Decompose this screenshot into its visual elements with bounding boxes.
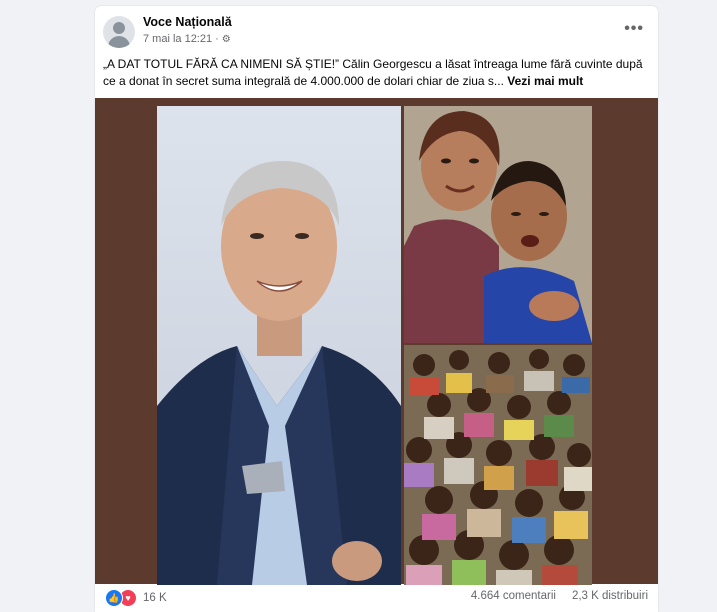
post-timestamp[interactable]: 7 mai la 12:21 [143, 33, 212, 45]
post-meta: 7 mai la 12:21 · ⚙ [143, 33, 231, 45]
children-crying-image[interactable] [404, 106, 592, 343]
children-illustration [404, 106, 592, 343]
post-footer: 👍 ♥ 16 K 4.664 comentarii 2,3 K distribu… [95, 584, 658, 612]
reaction-count: 16 K [143, 592, 167, 604]
more-options-button[interactable]: ••• [624, 20, 644, 38]
post-stats: 4.664 comentarii 2,3 K distribuiri [471, 590, 648, 602]
reactions-summary[interactable]: 👍 ♥ 16 K [105, 589, 167, 607]
portrait-illustration [157, 161, 401, 585]
page-avatar[interactable] [103, 16, 135, 48]
gear-icon[interactable]: ⚙ [222, 34, 231, 45]
meta-separator: · [215, 33, 219, 45]
portrait-image[interactable] [157, 106, 401, 585]
post-media[interactable] [95, 98, 658, 585]
post-caption: „A DAT TOTUL FĂRĂ CA NIMENI SĂ ȘTIE!” Că… [103, 56, 648, 90]
avatar-body-shape [108, 36, 130, 48]
like-icon: 👍 [105, 589, 123, 607]
page-name[interactable]: Voce Națională [143, 15, 232, 29]
see-more-link[interactable]: Vezi mai mult [507, 74, 583, 88]
post-card: Voce Națională 7 mai la 12:21 · ⚙ ••• „A… [95, 6, 658, 612]
children-crowd-image[interactable] [404, 345, 592, 585]
avatar-head-shape [113, 22, 125, 34]
shares-count-link[interactable]: 2,3 K distribuiri [572, 590, 648, 602]
comments-count-link[interactable]: 4.664 comentarii [471, 590, 556, 602]
post-header: Voce Națională 7 mai la 12:21 · ⚙ ••• [95, 6, 658, 56]
crowd-illustration [404, 345, 592, 585]
